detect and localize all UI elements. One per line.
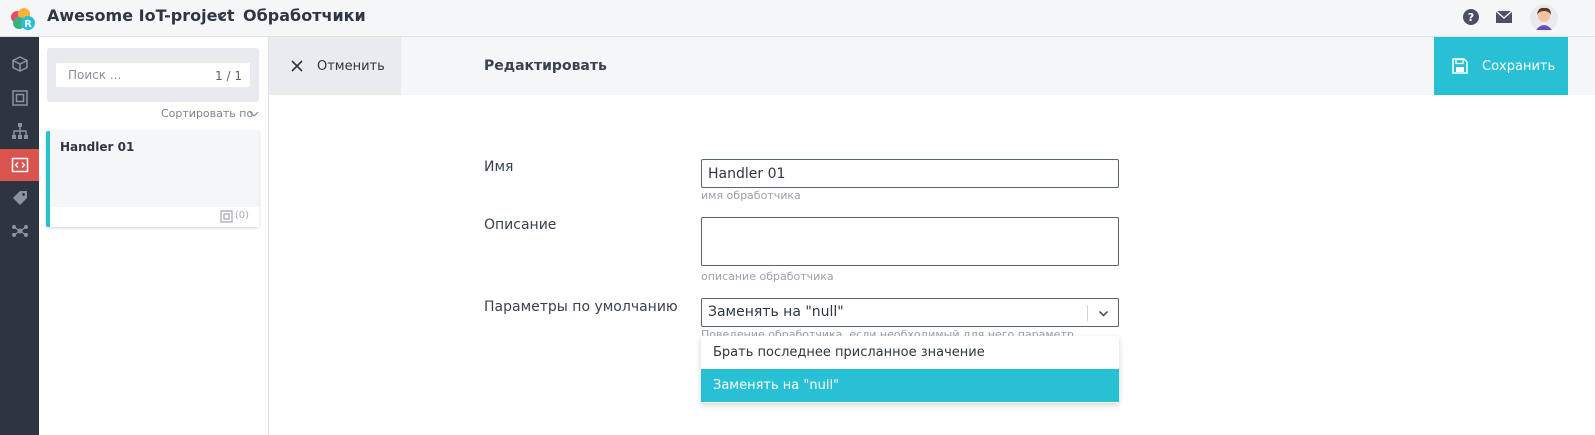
- section-title: Обработчики: [243, 6, 366, 25]
- nav-handlers[interactable]: [0, 149, 39, 181]
- chevron-down-icon[interactable]: [249, 109, 259, 119]
- name-label: Имя: [484, 159, 514, 175]
- dropdown-option[interactable]: Брать последнее присланное значение: [701, 336, 1119, 369]
- search-box: 1 / 1: [47, 48, 259, 102]
- defaults-select[interactable]: Заменять на "null": [701, 298, 1119, 327]
- list-item[interactable]: Handler 01 (0): [46, 131, 259, 227]
- top-bar: R Awesome IoT-project Обработчики ?: [0, 0, 1595, 37]
- dropdown-option-selected[interactable]: Заменять на "null": [701, 369, 1119, 402]
- nav-tags[interactable]: [0, 182, 39, 214]
- project-name[interactable]: Awesome IoT-project: [47, 6, 235, 25]
- code-icon: [11, 157, 28, 173]
- select-separator: [1087, 305, 1088, 321]
- defaults-dropdown-menu: Брать последнее присланное значение Заме…: [701, 336, 1119, 403]
- mail-icon[interactable]: [1495, 10, 1513, 24]
- cancel-label: Отменить: [317, 58, 385, 74]
- help-icon[interactable]: ?: [1462, 8, 1480, 26]
- app-logo-icon[interactable]: R: [8, 5, 36, 33]
- save-button[interactable]: Сохранить: [1434, 37, 1568, 95]
- hierarchy-icon: [11, 123, 28, 139]
- nav-structure[interactable]: [0, 115, 39, 147]
- defaults-label: Параметры по умолчанию: [484, 299, 678, 315]
- close-icon: [291, 60, 303, 72]
- cube-icon: [11, 56, 28, 72]
- list-item-title: Handler 01: [60, 140, 135, 154]
- device-frame-icon: [11, 90, 28, 106]
- left-nav-rail: [0, 37, 39, 435]
- nav-network[interactable]: [0, 215, 39, 247]
- user-avatar[interactable]: [1530, 4, 1558, 32]
- main-content: Отменить Редактировать Сохранить Имя имя…: [269, 37, 1595, 435]
- description-hint: описание обработчика: [701, 270, 834, 283]
- defaults-hint: Поведение обработчика, если необходимый …: [701, 329, 1074, 336]
- name-hint: имя обработчика: [701, 189, 801, 202]
- defaults-selected-value: Заменять на "null": [708, 304, 844, 320]
- svg-text:?: ?: [1468, 11, 1474, 24]
- search-count: 1 / 1: [215, 69, 242, 83]
- cancel-button[interactable]: Отменить: [269, 37, 401, 95]
- list-item-count: (0): [234, 210, 249, 221]
- name-field[interactable]: [701, 159, 1119, 188]
- svg-text:R: R: [24, 19, 32, 30]
- description-label: Описание: [484, 217, 557, 233]
- network-icon: [11, 225, 28, 237]
- chevron-down-icon[interactable]: [216, 10, 228, 22]
- save-icon: [1452, 58, 1468, 74]
- sort-dropdown[interactable]: Сортировать по: [161, 107, 253, 120]
- action-bar: Отменить Редактировать Сохранить: [269, 37, 1595, 95]
- description-field[interactable]: [701, 217, 1119, 266]
- chevron-down-icon[interactable]: [1098, 308, 1109, 319]
- device-frame-icon: [220, 210, 233, 223]
- nav-devices[interactable]: [0, 82, 39, 114]
- save-label: Сохранить: [1482, 58, 1556, 74]
- nav-objects[interactable]: [0, 48, 39, 80]
- handlers-list-panel: 1 / 1 Сортировать по Handler 01 (0): [39, 37, 269, 435]
- edit-title: Редактировать: [484, 58, 607, 74]
- list-item-footer: (0): [50, 207, 259, 227]
- tag-icon: [12, 191, 27, 205]
